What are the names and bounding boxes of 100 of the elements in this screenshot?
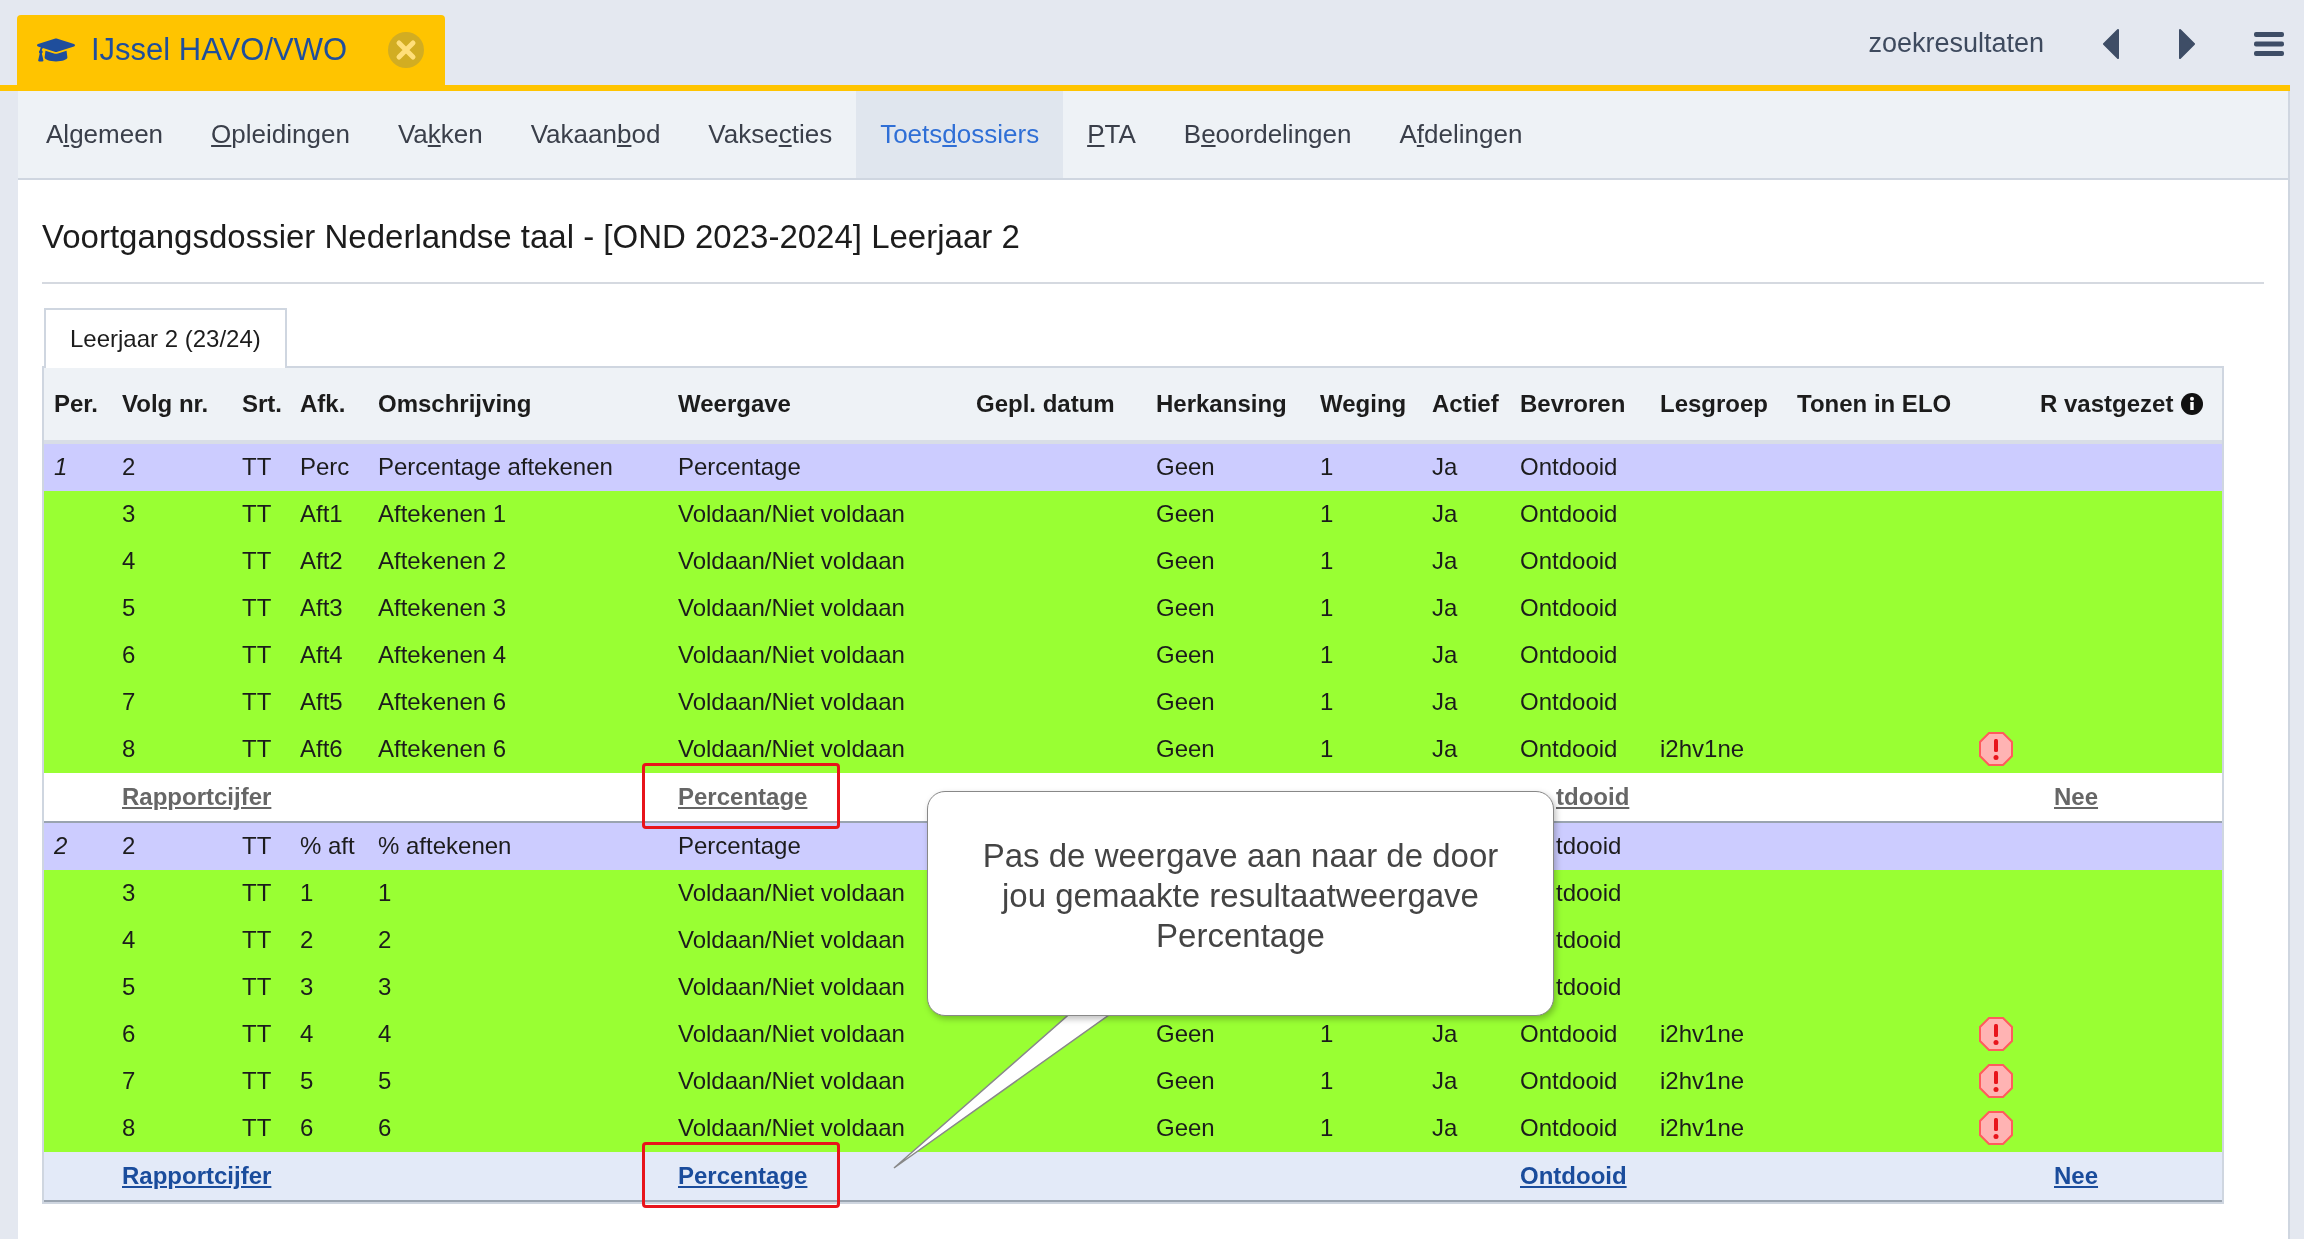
nav-tab[interactable]: PTA (1063, 91, 1160, 178)
weight-cell-text: 1 (1320, 593, 1334, 623)
frozen-status-link[interactable]: tdooid (1556, 778, 1630, 815)
frozen-status-link[interactable]: Ontdooid (1520, 1157, 1627, 1194)
locked-link[interactable]: Nee (2054, 1157, 2099, 1194)
report-grade-link[interactable]: Rapportcijfer (122, 778, 272, 815)
type-cell-text: TT (242, 452, 272, 482)
period-cell-text: 1 (54, 452, 68, 482)
sequence-cell-text: 2 (122, 452, 136, 482)
frozen-cell-text: tdooid (1556, 972, 1622, 1002)
type-cell-text: TT (242, 499, 272, 529)
abbreviation-cell-text: Aft5 (300, 687, 343, 717)
abbreviation-cell-text: 4 (300, 1019, 314, 1049)
description-cell-text: Aftekenen 6 (378, 687, 507, 717)
column-header: Srt. (242, 388, 282, 419)
column-header: Afk. (300, 388, 346, 419)
description-cell-text: Aftekenen 3 (378, 593, 507, 623)
type-cell-text: TT (242, 546, 272, 576)
abbreviation-cell-text: Aft3 (300, 593, 343, 623)
display-cell-text: Voldaan/Niet voldaan (678, 878, 905, 908)
weight-cell-text: 1 (1320, 546, 1334, 576)
sequence-cell-text: 8 (122, 734, 136, 764)
sequence-cell-text: 4 (122, 546, 136, 576)
active-cell-text: Ja (1432, 1066, 1458, 1096)
frozen-cell-text: tdooid (1556, 878, 1622, 908)
frozen-cell-text: Ontdooid (1520, 687, 1618, 717)
frozen-cell-text: Ontdooid (1520, 1066, 1618, 1096)
column-header: Weergave (678, 388, 791, 419)
warning-icon (1978, 731, 2014, 767)
active-cell-text: Ja (1432, 640, 1458, 670)
abbreviation-cell-text: Aft1 (300, 499, 343, 529)
page-title: Voortgangsdossier Nederlandse taal - [OND 2023-2024] Leerjaar 2 (42, 212, 2264, 284)
frozen-cell-text: Ontdooid (1520, 1113, 1618, 1143)
column-header: Gepl. datum (976, 388, 1115, 419)
sequence-cell-text: 6 (122, 640, 136, 670)
weight-cell-text: 1 (1320, 734, 1334, 764)
class-group-cell-text: i2hv1ne (1660, 1066, 1745, 1096)
previous-icon[interactable] (2102, 28, 2120, 59)
type-cell-text: TT (242, 831, 272, 861)
frozen-cell-text: Ontdooid (1520, 452, 1618, 482)
weight-cell-text: 1 (1320, 1113, 1334, 1143)
abbreviation-cell-text: 1 (300, 878, 314, 908)
type-cell-text: TT (242, 734, 272, 764)
display-cell-text: Voldaan/Niet voldaan (678, 593, 905, 623)
column-header: Weging (1320, 388, 1407, 419)
nav-tab[interactable]: Vakaanbod (506, 91, 685, 178)
sequence-cell-text: 5 (122, 593, 136, 623)
type-cell-text: TT (242, 593, 272, 623)
description-cell-text: Aftekenen 4 (378, 640, 507, 670)
active-cell-text: Ja (1432, 499, 1458, 529)
nav-tab[interactable]: Opleidingen (187, 91, 374, 178)
sequence-cell-text: 8 (122, 1113, 136, 1143)
report-grade-link[interactable]: Rapportcijfer (122, 1157, 272, 1194)
class-group-cell-text: i2hv1ne (1660, 1019, 1745, 1049)
app-tab[interactable]: IJssel HAVO/VWO (17, 15, 445, 85)
search-results-label[interactable]: zoekresultaten (1868, 23, 2044, 64)
display-link[interactable]: Percentage (678, 1157, 808, 1194)
description-cell-text: 5 (378, 1066, 392, 1096)
locked-link[interactable]: Nee (2054, 778, 2099, 815)
weight-cell-text: 1 (1320, 452, 1334, 482)
next-icon[interactable] (2178, 28, 2196, 59)
nav-tab[interactable]: Toetsdossiers (856, 91, 1064, 178)
column-header: Volg nr. (122, 388, 209, 419)
type-cell-text: TT (242, 687, 272, 717)
display-link[interactable]: Percentage (678, 778, 808, 815)
abbreviation-cell-text: Aft6 (300, 734, 343, 764)
nav-tab[interactable]: Vaksecties (684, 91, 857, 178)
frozen-cell-text: Ontdooid (1520, 499, 1618, 529)
active-cell-text: Ja (1432, 593, 1458, 623)
menu-icon[interactable] (2254, 30, 2284, 57)
active-cell-text: Ja (1432, 452, 1458, 482)
column-header: Herkansing (1156, 388, 1287, 419)
resit-cell-text: Geen (1156, 1113, 1215, 1143)
abbreviation-cell-text: Perc (300, 452, 350, 482)
column-header: Omschrijving (378, 388, 532, 419)
warning-icon (1978, 1063, 2014, 1099)
nav-tab[interactable]: Beoordelingen (1159, 91, 1376, 178)
display-cell-text: Voldaan/Niet voldaan (678, 925, 905, 955)
column-header: Lesgroep (1660, 388, 1769, 419)
display-cell-text: Voldaan/Niet voldaan (678, 1113, 905, 1143)
display-cell-text: Voldaan/Niet voldaan (678, 972, 905, 1002)
nav-tab[interactable]: Algemeen (22, 91, 188, 178)
sequence-cell-text: 6 (122, 1019, 136, 1049)
description-cell-text: Aftekenen 2 (378, 546, 507, 576)
frozen-cell-text: Ontdooid (1520, 1019, 1618, 1049)
nav-tab[interactable]: Afdelingen (1375, 91, 1547, 178)
description-cell-text: 6 (378, 1113, 392, 1143)
resit-cell-text: Geen (1156, 734, 1215, 764)
frozen-cell-text: Ontdooid (1520, 546, 1618, 576)
resit-cell-text: Geen (1156, 1066, 1215, 1096)
resit-cell-text: Geen (1156, 546, 1215, 576)
abbreviation-cell-text: Aft2 (300, 546, 343, 576)
nav-tab[interactable]: Vakken (373, 91, 507, 178)
warning-icon (1978, 1110, 2014, 1146)
weight-cell-text: 1 (1320, 687, 1334, 717)
abbreviation-cell-text: 2 (300, 925, 314, 955)
abbreviation-cell-text: 6 (300, 1113, 314, 1143)
year-tab[interactable]: Leerjaar 2 (23/24) (44, 307, 287, 368)
class-group-cell-text: i2hv1ne (1660, 1113, 1745, 1143)
active-cell-text: Ja (1432, 687, 1458, 717)
